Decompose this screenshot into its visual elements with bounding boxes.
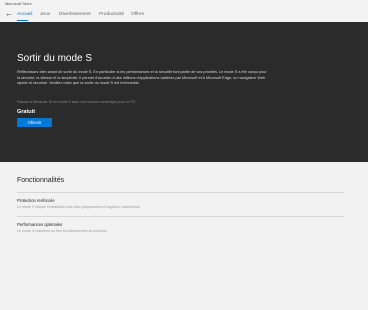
store-window: Microsoft Store ← Accueil Jeux Divertiss… <box>0 0 368 310</box>
feature-item-description: Le mode S bloque l'installation des site… <box>17 205 140 209</box>
tab-deals[interactable]: Offres <box>131 12 144 17</box>
hero-description: Réfléchissez bien avant de sortir du mod… <box>17 70 267 85</box>
tab-games[interactable]: Jeux <box>40 12 50 17</box>
active-tab-indicator <box>17 20 28 21</box>
divider <box>17 216 344 217</box>
features-section: Fonctionnalités Protection renforcée Le … <box>0 162 368 310</box>
tab-entertainment[interactable]: Divertissement <box>59 12 91 17</box>
get-button[interactable]: Obtenir <box>17 118 52 127</box>
tab-home[interactable]: Accueil <box>17 12 32 17</box>
hero-panel: Sortir du mode S Réfléchissez bien avant… <box>0 22 368 162</box>
feature-item-name: Protection renforcée <box>17 198 55 203</box>
price-label: Gratuit <box>17 109 36 115</box>
app-title: Microsoft Store <box>5 1 32 6</box>
title-bar: Microsoft Store ← Accueil Jeux Divertiss… <box>0 0 368 22</box>
features-heading: Fonctionnalités <box>17 177 65 184</box>
page-title: Sortir du mode S <box>17 53 93 64</box>
top-nav: ← Accueil Jeux Divertissement Productivi… <box>0 8 368 22</box>
feature-item-name: Performances optimales <box>17 222 63 227</box>
back-arrow-icon[interactable]: ← <box>5 9 13 19</box>
feature-item-description: Le mode S maintient au bon fonctionnemen… <box>17 229 107 233</box>
tab-productivity[interactable]: Productivité <box>99 12 124 17</box>
license-note: Passez à Windows 10 en mode S avec une l… <box>17 100 137 104</box>
divider <box>17 192 344 193</box>
